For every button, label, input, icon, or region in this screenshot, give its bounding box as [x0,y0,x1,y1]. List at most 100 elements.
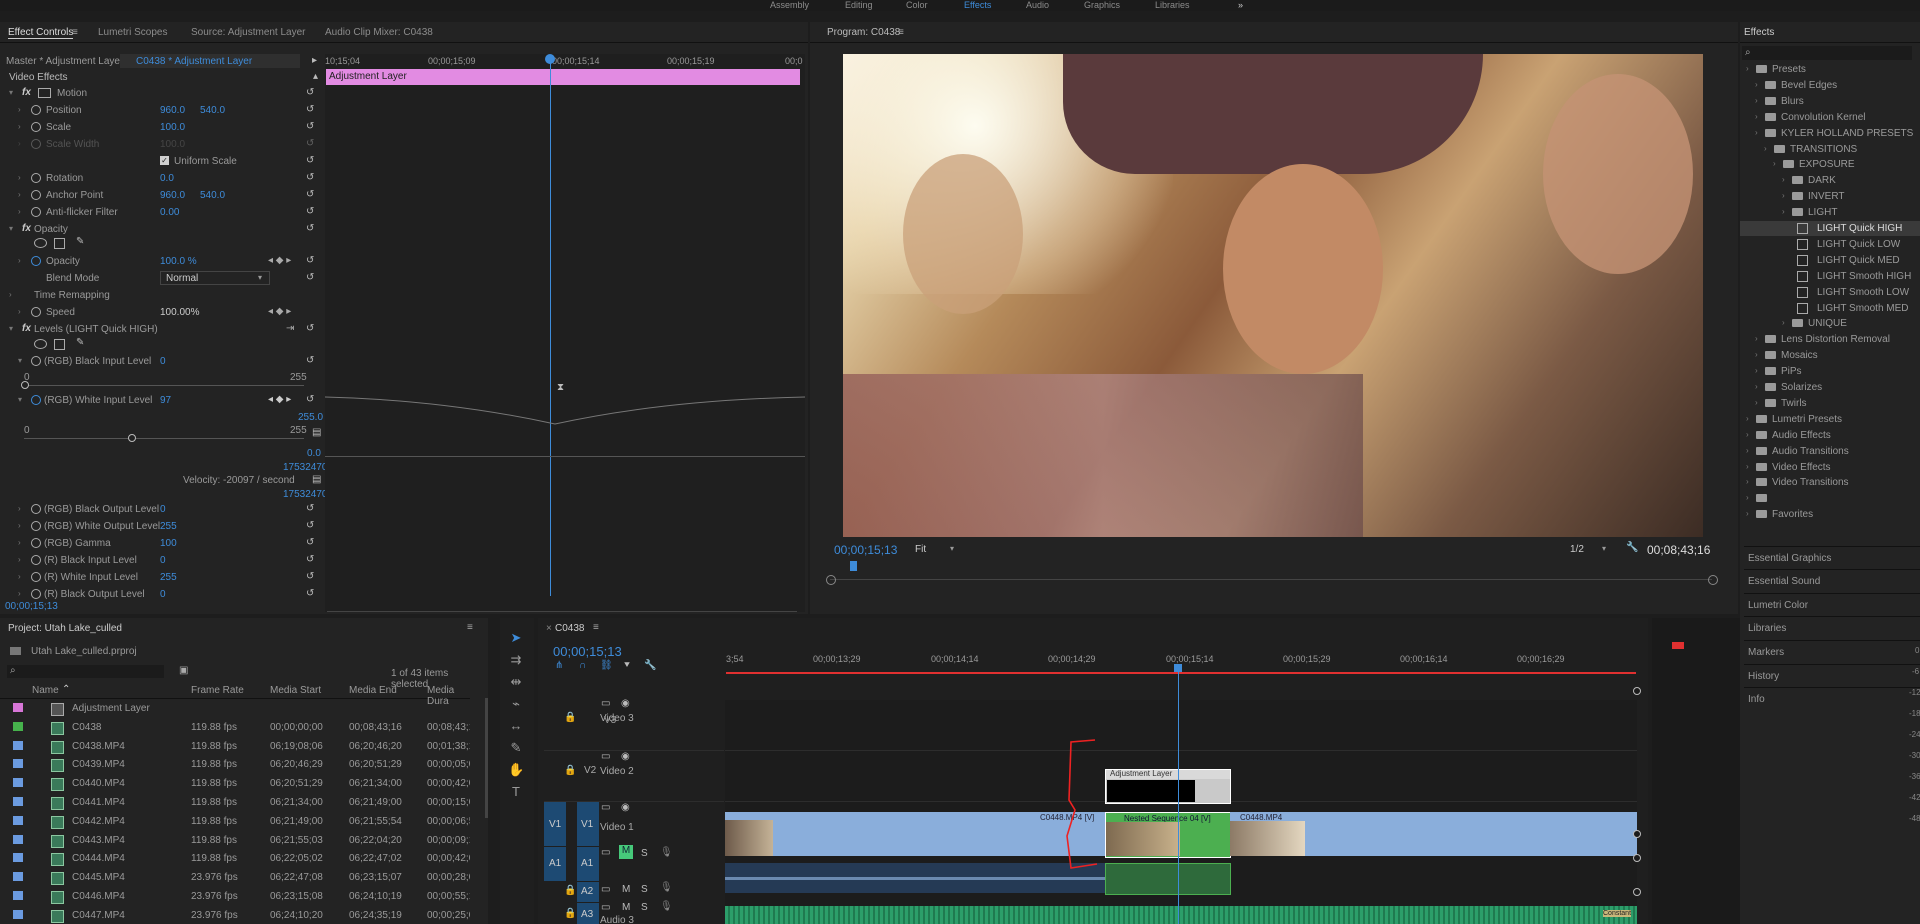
ws-color[interactable]: Color [906,0,928,10]
label-color-swatch[interactable] [13,778,23,788]
panel-essential-graphics[interactable]: Essential Graphics [1744,546,1920,569]
project-item[interactable]: C0442.MP4 119.88 fps 06;21;49;00 06;21;55;5… [0,812,470,830]
col-frame-rate[interactable]: Frame Rate [191,685,244,696]
track-a2[interactable]: A2 🔒 ▭ M S 🎙 [544,882,724,902]
label-color-swatch[interactable] [13,721,23,731]
magnet-icon[interactable]: ∩ [579,660,586,671]
opacity-row[interactable]: › Opacity 100.0 % ◂ ◆ ▸ ↺ [0,254,325,268]
panel-history[interactable]: History [1744,664,1920,687]
ws-editing[interactable]: Editing [845,0,873,10]
label-color-swatch[interactable] [13,815,23,825]
black-input-slider[interactable]: 0 255 [0,370,325,394]
folder-item[interactable]: › UNIQUE [1740,316,1920,331]
linked-icon[interactable]: ⛓ [600,660,613,671]
video-frame[interactable] [843,54,1703,537]
track-lanes[interactable]: Adjustment Layer C0448.MP4 [V] Nested Se… [725,687,1641,924]
white-input-slider[interactable]: 0 255 ▤ [0,423,325,445]
type-tool-icon[interactable]: T [508,784,524,800]
folder-item[interactable]: › Lumetri Presets [1740,412,1920,427]
expand-arrow-icon[interactable]: › [1746,493,1749,502]
rectangle-mask-icon[interactable] [54,339,65,350]
opacity-group-row[interactable]: ▾ fx Opacity ↺ [0,222,325,236]
pen-mask-icon[interactable]: ✎ [76,236,84,247]
program-menu-icon[interactable]: ≡ [898,27,904,38]
project-item[interactable]: C0445.MP4 23.976 fps 06;22;47;08 06;23;15;0… [0,868,470,886]
fit-select[interactable]: Fit [915,544,926,555]
label-color-swatch[interactable] [13,797,23,806]
ws-graphics[interactable]: Graphics [1084,0,1120,10]
folder-item[interactable]: › KYLER HOLLAND PRESETS [1740,126,1920,141]
project-item[interactable]: Adjustment Layer [0,699,470,717]
label-color-swatch[interactable] [13,703,23,712]
project-item[interactable]: C0438.MP4 119.88 fps 06;19;08;06 06;20;46;2… [0,737,470,755]
new-bin-icon[interactable]: ▣ [179,665,188,676]
panel-info[interactable]: Info [1744,687,1920,710]
folder-item[interactable]: › Video Effects [1740,460,1920,475]
black-output-row[interactable]: › (RGB) Black Output Level 0 ↺ [0,502,325,516]
label-color-swatch[interactable] [13,853,23,863]
track-a3[interactable]: A3 🔒 ▭ M S 🎙 Audio 3 [544,901,724,924]
ws-assembly[interactable]: Assembly [770,0,809,10]
r-black-output-row[interactable]: › (R) Black Output Level 0 ↺ [0,587,325,601]
label-color-swatch[interactable] [13,872,23,882]
folder-item[interactable]: › Twirls [1740,396,1920,411]
white-output-row[interactable]: › (RGB) White Output Level 255 ↺ [0,519,325,533]
wrench-icon[interactable]: 🔧 [1626,542,1638,553]
project-item[interactable]: C0446.MP4 23.976 fps 06;23;15;08 06;24;10;1… [0,887,470,905]
col-media-end[interactable]: Media End [349,685,397,696]
expand-arrow-icon[interactable]: › [1746,430,1749,439]
label-color-swatch[interactable] [13,891,23,900]
preset-item[interactable]: LIGHT Smooth HIGH [1740,269,1920,284]
folder-item[interactable]: › TRANSITIONS [1740,142,1920,157]
folder-item[interactable]: › Audio Transitions [1740,444,1920,459]
project-menu-icon[interactable]: ≡ [467,622,473,633]
preset-item[interactable]: LIGHT Smooth LOW [1740,285,1920,300]
ripple-edit-icon[interactable]: ⇹ [508,674,524,690]
expand-arrow-icon[interactable]: › [1755,366,1758,375]
expand-arrow-icon[interactable]: › [1746,64,1749,73]
track-select-icon[interactable]: ⇉ [508,652,524,668]
expand-arrow-icon[interactable]: › [1773,159,1776,168]
uniform-scale-row[interactable]: ✓ Uniform Scale ↺ [0,154,325,168]
expand-arrow-icon[interactable]: › [1755,80,1758,89]
folder-item[interactable]: › Audio Effects [1740,428,1920,443]
folder-item[interactable]: › [1740,491,1920,506]
time-remap-row[interactable]: › Time Remapping [0,288,325,302]
close-icon[interactable]: × [546,623,552,634]
expand-arrow-icon[interactable]: › [1782,175,1785,184]
blend-mode-row[interactable]: Blend Mode Normal ▾ ↺ [0,271,325,285]
anchor-point-row[interactable]: › Anchor Point 960.0 540.0 ↺ [0,188,325,202]
folder-item[interactable]: › Lens Distortion Removal [1740,332,1920,347]
panel-markers[interactable]: Markers [1744,640,1920,663]
col-media-start[interactable]: Media Start [270,685,321,696]
panel-essential-sound[interactable]: Essential Sound [1744,569,1920,592]
expand-arrow-icon[interactable]: › [1782,318,1785,327]
expand-arrow-icon[interactable]: › [1746,446,1749,455]
adjustment-layer-bar[interactable]: Adjustment Layer [326,69,800,85]
c0448b-clip[interactable]: C0448.MP4 [1230,812,1305,856]
folder-item[interactable]: › Video Transitions [1740,475,1920,490]
playhead-handle[interactable] [545,54,555,64]
project-item[interactable]: C0440.MP4 119.88 fps 06;20;51;29 06;21;34;0… [0,774,470,792]
marker-icon[interactable]: ⯆ [623,660,631,671]
expand-arrow-icon[interactable]: › [1755,350,1758,359]
project-item[interactable]: C0438 119.88 fps 00;00;00;00 00;08;43;16 00;… [0,718,470,736]
folder-item[interactable]: › LIGHT [1740,205,1920,220]
tab-audio-clip-mixer[interactable]: Audio Clip Mixer: C0438 [325,27,433,38]
folder-item[interactable]: › Blurs [1740,94,1920,109]
program-title[interactable]: Program: C0438 [827,27,900,38]
play-only-icon[interactable]: ▸ [312,55,317,66]
motion-row[interactable]: ▾ fx Motion ↺ [0,86,325,100]
expand-arrow-icon[interactable]: › [1782,191,1785,200]
effects-title[interactable]: Effects [1744,27,1774,38]
project-item[interactable]: C0443.MP4 119.88 fps 06;21;55;03 06;22;04;2… [0,831,470,849]
expand-arrow-icon[interactable]: › [1755,334,1758,343]
expand-arrow-icon[interactable]: › [1755,398,1758,407]
folder-item[interactable]: › Bevel Edges [1740,78,1920,93]
wrench-icon[interactable]: 🔧 [644,660,656,671]
selection-tool-icon[interactable]: ➤ [508,630,524,646]
snap-icon[interactable]: ⋔ [555,660,563,671]
expand-arrow-icon[interactable]: › [1755,96,1758,105]
clip-label[interactable]: C0438 * Adjustment Layer [136,56,252,67]
program-timecode[interactable]: 00;00;15;13 [834,543,897,557]
